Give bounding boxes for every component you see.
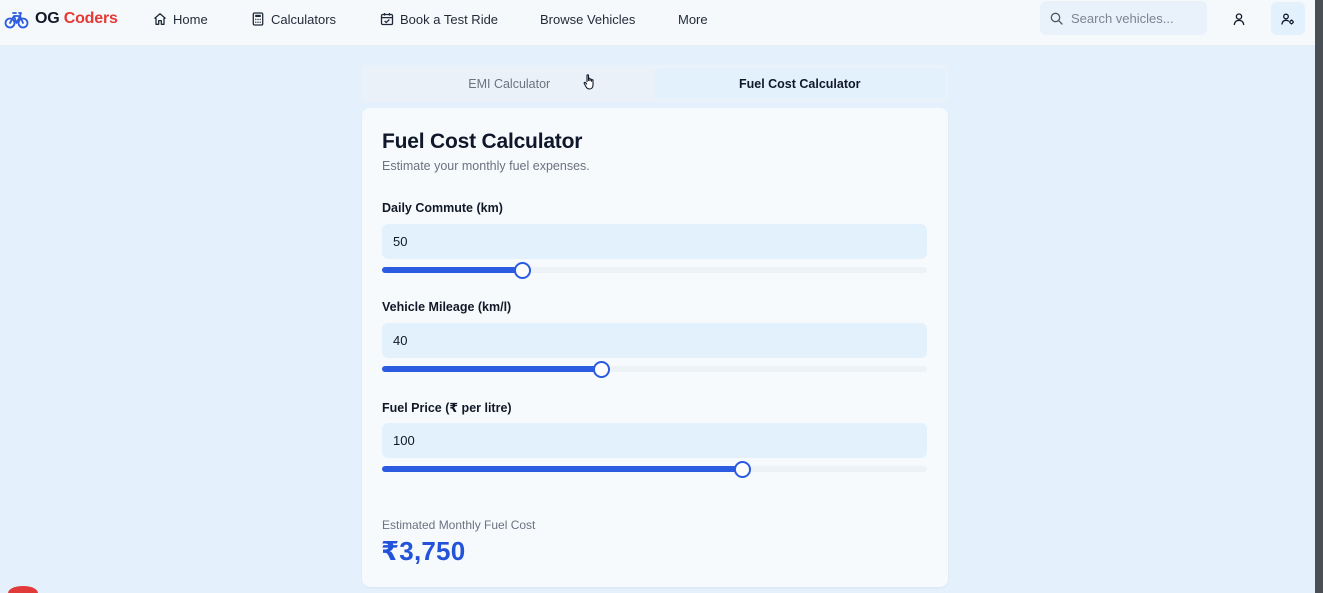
fuel-price-slider[interactable] [382, 461, 927, 478]
monthly-fuel-cost-value: ₹3,750 [381, 536, 466, 566]
daily-commute-label: Daily Commute (km) [382, 201, 503, 215]
search-icon [1050, 12, 1063, 25]
top-navbar: OG Coders Home Calculators Book a Test R… [0, 0, 1323, 46]
floating-widget[interactable] [8, 586, 38, 593]
card-title: Fuel Cost Calculator [382, 130, 583, 153]
slider-fill [382, 366, 602, 372]
nav-more-label: More [678, 11, 708, 27]
calculator-tabs: EMI Calculator Fuel Cost Calculator [361, 65, 948, 102]
calculator-icon [252, 12, 264, 26]
calendar-icon [380, 13, 394, 26]
vehicle-mileage-label: Vehicle Mileage (km/l) [382, 300, 512, 314]
search-input[interactable] [1071, 10, 1201, 26]
slider-thumb[interactable] [593, 361, 611, 378]
vehicle-mileage-input[interactable] [382, 323, 927, 358]
slider-thumb[interactable] [733, 461, 751, 478]
card-subtitle: Estimate your monthly fuel expenses. [382, 159, 590, 173]
daily-commute-input[interactable] [382, 224, 927, 259]
fuel-price-input[interactable] [382, 423, 927, 458]
nav-book-test-ride-label: Book a Test Ride [400, 11, 499, 27]
search-box[interactable] [1040, 1, 1207, 35]
nav-calculators[interactable]: Calculators [251, 10, 336, 28]
logo[interactable]: OG Coders [4, 8, 118, 30]
profile-settings-button[interactable] [1271, 2, 1305, 35]
fuel-price-label: Fuel Price (₹ per litre) [382, 401, 512, 415]
slider-fill [382, 466, 742, 472]
vehicle-mileage-slider[interactable] [382, 361, 927, 378]
nav-calculators-label: Calculators [271, 11, 337, 27]
result-label: Estimated Monthly Fuel Cost [382, 518, 536, 532]
user-settings-icon [1281, 13, 1294, 25]
logo-text: OG Coders [35, 10, 118, 27]
nav-book-test-ride[interactable]: Book a Test Ride [380, 10, 498, 28]
nav-home-label: Home [173, 11, 208, 27]
account-button[interactable] [1222, 2, 1256, 35]
fuel-cost-calculator-card: Fuel Cost Calculator Estimate your month… [362, 108, 948, 587]
nav-more[interactable]: More [678, 10, 708, 28]
nav-home[interactable]: Home [153, 10, 208, 28]
tab-fuel-cost-calculator[interactable]: Fuel Cost Calculator [654, 68, 945, 99]
bicycle-icon [4, 12, 29, 29]
daily-commute-slider[interactable] [382, 262, 927, 279]
slider-thumb[interactable] [513, 262, 531, 279]
user-icon [1233, 12, 1245, 25]
hand-cursor-icon [583, 74, 594, 90]
slider-fill [382, 267, 522, 273]
window-edge [1315, 0, 1323, 593]
nav-browse-vehicles-label: Browse Vehicles [540, 11, 636, 27]
home-icon [154, 13, 166, 25]
tab-emi-calculator[interactable]: EMI Calculator [364, 68, 655, 99]
nav-browse-vehicles[interactable]: Browse Vehicles [540, 10, 635, 28]
